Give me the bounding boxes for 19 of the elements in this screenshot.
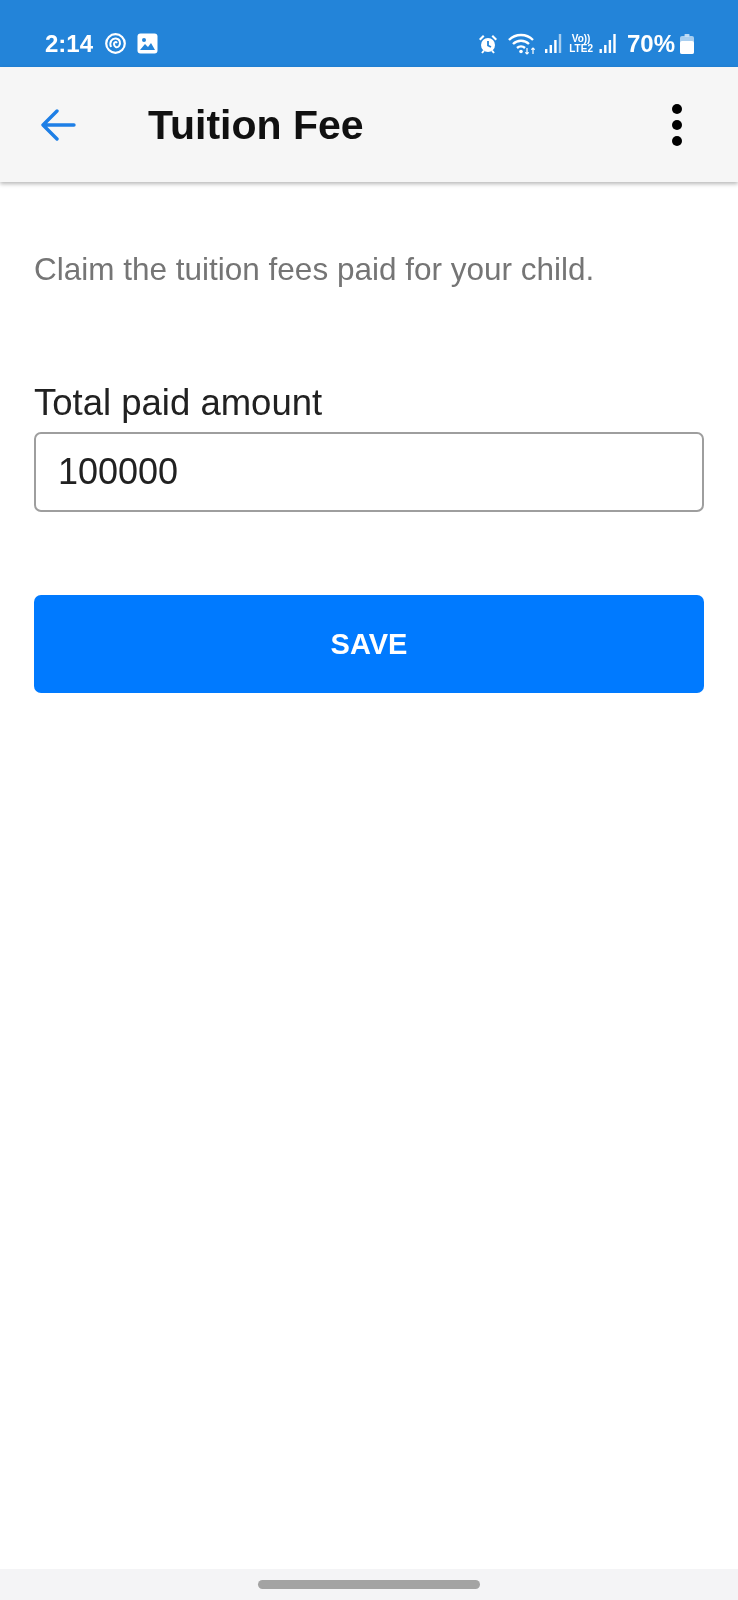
spiral-icon — [105, 33, 127, 54]
battery-percentage: 70% — [626, 29, 675, 58]
alarm-clock-icon — [478, 33, 499, 54]
save-button[interactable]: SAVE — [34, 595, 704, 693]
battery-icon — [680, 33, 694, 54]
signal-icon — [598, 34, 617, 53]
wifi-icon — [508, 32, 538, 55]
back-arrow-icon[interactable] — [40, 108, 76, 141]
image-icon — [137, 33, 159, 54]
field-label: Total paid amount — [34, 381, 324, 425]
amount-input[interactable]: 100000 — [34, 432, 704, 512]
description-text: Claim the tuition fees paid for your child. — [34, 250, 596, 288]
more-options-icon[interactable] — [670, 103, 684, 146]
page-title: Tuition Fee — [148, 100, 364, 149]
lte-text: LTE2 — [569, 43, 593, 54]
status-time: 2:14 — [45, 29, 94, 58]
volte-text: Vo)) — [571, 33, 591, 44]
home-handle[interactable] — [258, 1580, 480, 1589]
signal-icon — [545, 34, 563, 53]
